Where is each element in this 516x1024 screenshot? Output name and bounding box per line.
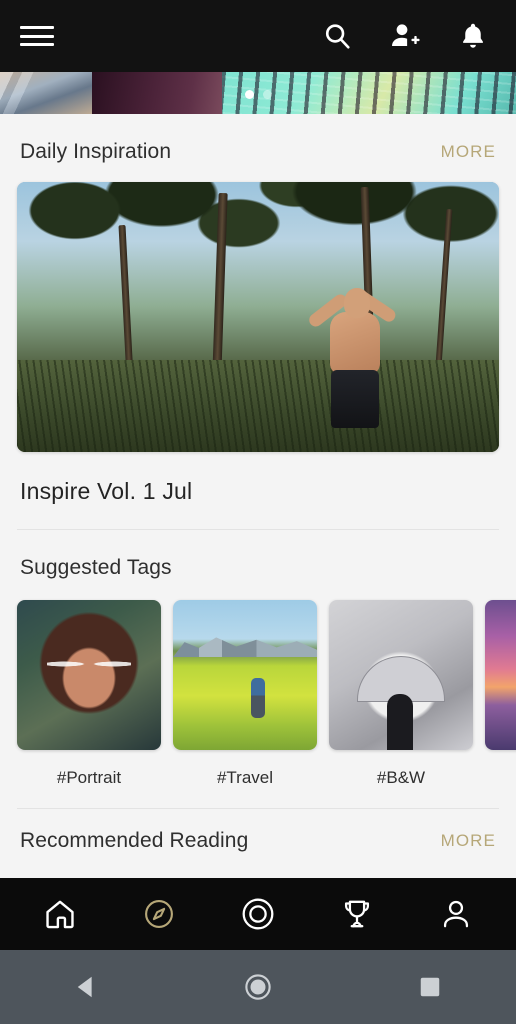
carousel-pagination-dots bbox=[0, 90, 516, 99]
android-home-icon bbox=[243, 972, 273, 1002]
daily-inspiration-header: Daily Inspiration MORE bbox=[0, 114, 516, 182]
app-screen: Daily Inspiration MORE Inspire Vol. 1 Ju… bbox=[0, 0, 516, 1024]
compass-icon bbox=[142, 897, 176, 931]
tag-label: #Portrait bbox=[56, 768, 122, 787]
add-person-icon[interactable] bbox=[390, 21, 420, 51]
tag-label: #B&W bbox=[376, 768, 426, 787]
android-system-navigation-bar bbox=[0, 950, 516, 1024]
tag-thumbnail-bw[interactable] bbox=[329, 600, 473, 750]
tag-label: #Travel bbox=[216, 768, 274, 787]
hero-person-figure bbox=[306, 278, 398, 430]
nav-item-capture[interactable] bbox=[236, 892, 280, 936]
daily-inspiration-card[interactable] bbox=[17, 182, 499, 452]
hamburger-line bbox=[20, 43, 54, 46]
carousel-dot[interactable] bbox=[262, 90, 272, 99]
scroll-content: Daily Inspiration MORE Inspire Vol. 1 Ju… bbox=[0, 114, 516, 878]
tag-card-portrait[interactable]: #Portrait bbox=[17, 600, 161, 788]
section-title-recommended-reading: Recommended Reading bbox=[20, 829, 249, 852]
hamburger-line bbox=[20, 34, 54, 38]
home-icon bbox=[43, 897, 77, 931]
figure-torso bbox=[329, 312, 380, 375]
section-title-suggested-tags: Suggested Tags bbox=[20, 556, 172, 579]
tag-card-partial[interactable] bbox=[485, 600, 516, 788]
figure-legs bbox=[330, 370, 379, 429]
hamburger-menu-icon[interactable] bbox=[20, 23, 54, 49]
profile-icon bbox=[439, 897, 473, 931]
android-recents-icon bbox=[415, 972, 445, 1002]
figure-head bbox=[343, 288, 370, 319]
tag-card-travel[interactable]: #Travel bbox=[173, 600, 317, 788]
android-back-button[interactable] bbox=[58, 964, 114, 1010]
bottom-navigation-bar bbox=[0, 878, 516, 950]
suggested-tags-row[interactable]: #Portrait #Travel #B&W bbox=[0, 598, 516, 788]
section-title-daily-inspiration: Daily Inspiration bbox=[20, 140, 172, 163]
hero-tree-canopy bbox=[17, 182, 499, 333]
top-carousel[interactable] bbox=[0, 72, 516, 114]
android-home-button[interactable] bbox=[230, 964, 286, 1010]
tag-thumbnail-partial[interactable] bbox=[485, 600, 516, 750]
more-link-daily-inspiration[interactable]: MORE bbox=[441, 142, 496, 162]
nav-item-profile[interactable] bbox=[434, 892, 478, 936]
search-icon[interactable] bbox=[322, 21, 352, 51]
android-recents-button[interactable] bbox=[402, 964, 458, 1010]
top-app-bar bbox=[0, 0, 516, 72]
bell-icon[interactable] bbox=[458, 21, 488, 51]
hamburger-line bbox=[20, 26, 54, 29]
suggested-tags-header: Suggested Tags bbox=[0, 530, 516, 598]
nav-item-awards[interactable] bbox=[335, 892, 379, 936]
carousel-dot-active[interactable] bbox=[244, 90, 254, 99]
daily-inspiration-card-title: Inspire Vol. 1 Jul bbox=[20, 478, 193, 504]
nav-item-home[interactable] bbox=[38, 892, 82, 936]
nav-item-explore[interactable] bbox=[137, 892, 181, 936]
trophy-icon bbox=[340, 897, 374, 931]
tag-card-bw[interactable]: #B&W bbox=[329, 600, 473, 788]
recommended-reading-header: Recommended Reading MORE bbox=[0, 809, 516, 871]
android-back-icon bbox=[71, 972, 101, 1002]
more-link-recommended-reading[interactable]: MORE bbox=[441, 831, 496, 851]
camera-shutter-icon bbox=[241, 897, 275, 931]
tag-label bbox=[485, 750, 516, 768]
tag-thumbnail-travel[interactable] bbox=[173, 600, 317, 750]
appbar-actions bbox=[322, 21, 496, 51]
tag-thumbnail-portrait[interactable] bbox=[17, 600, 161, 750]
hero-foreground-grass bbox=[17, 360, 499, 452]
